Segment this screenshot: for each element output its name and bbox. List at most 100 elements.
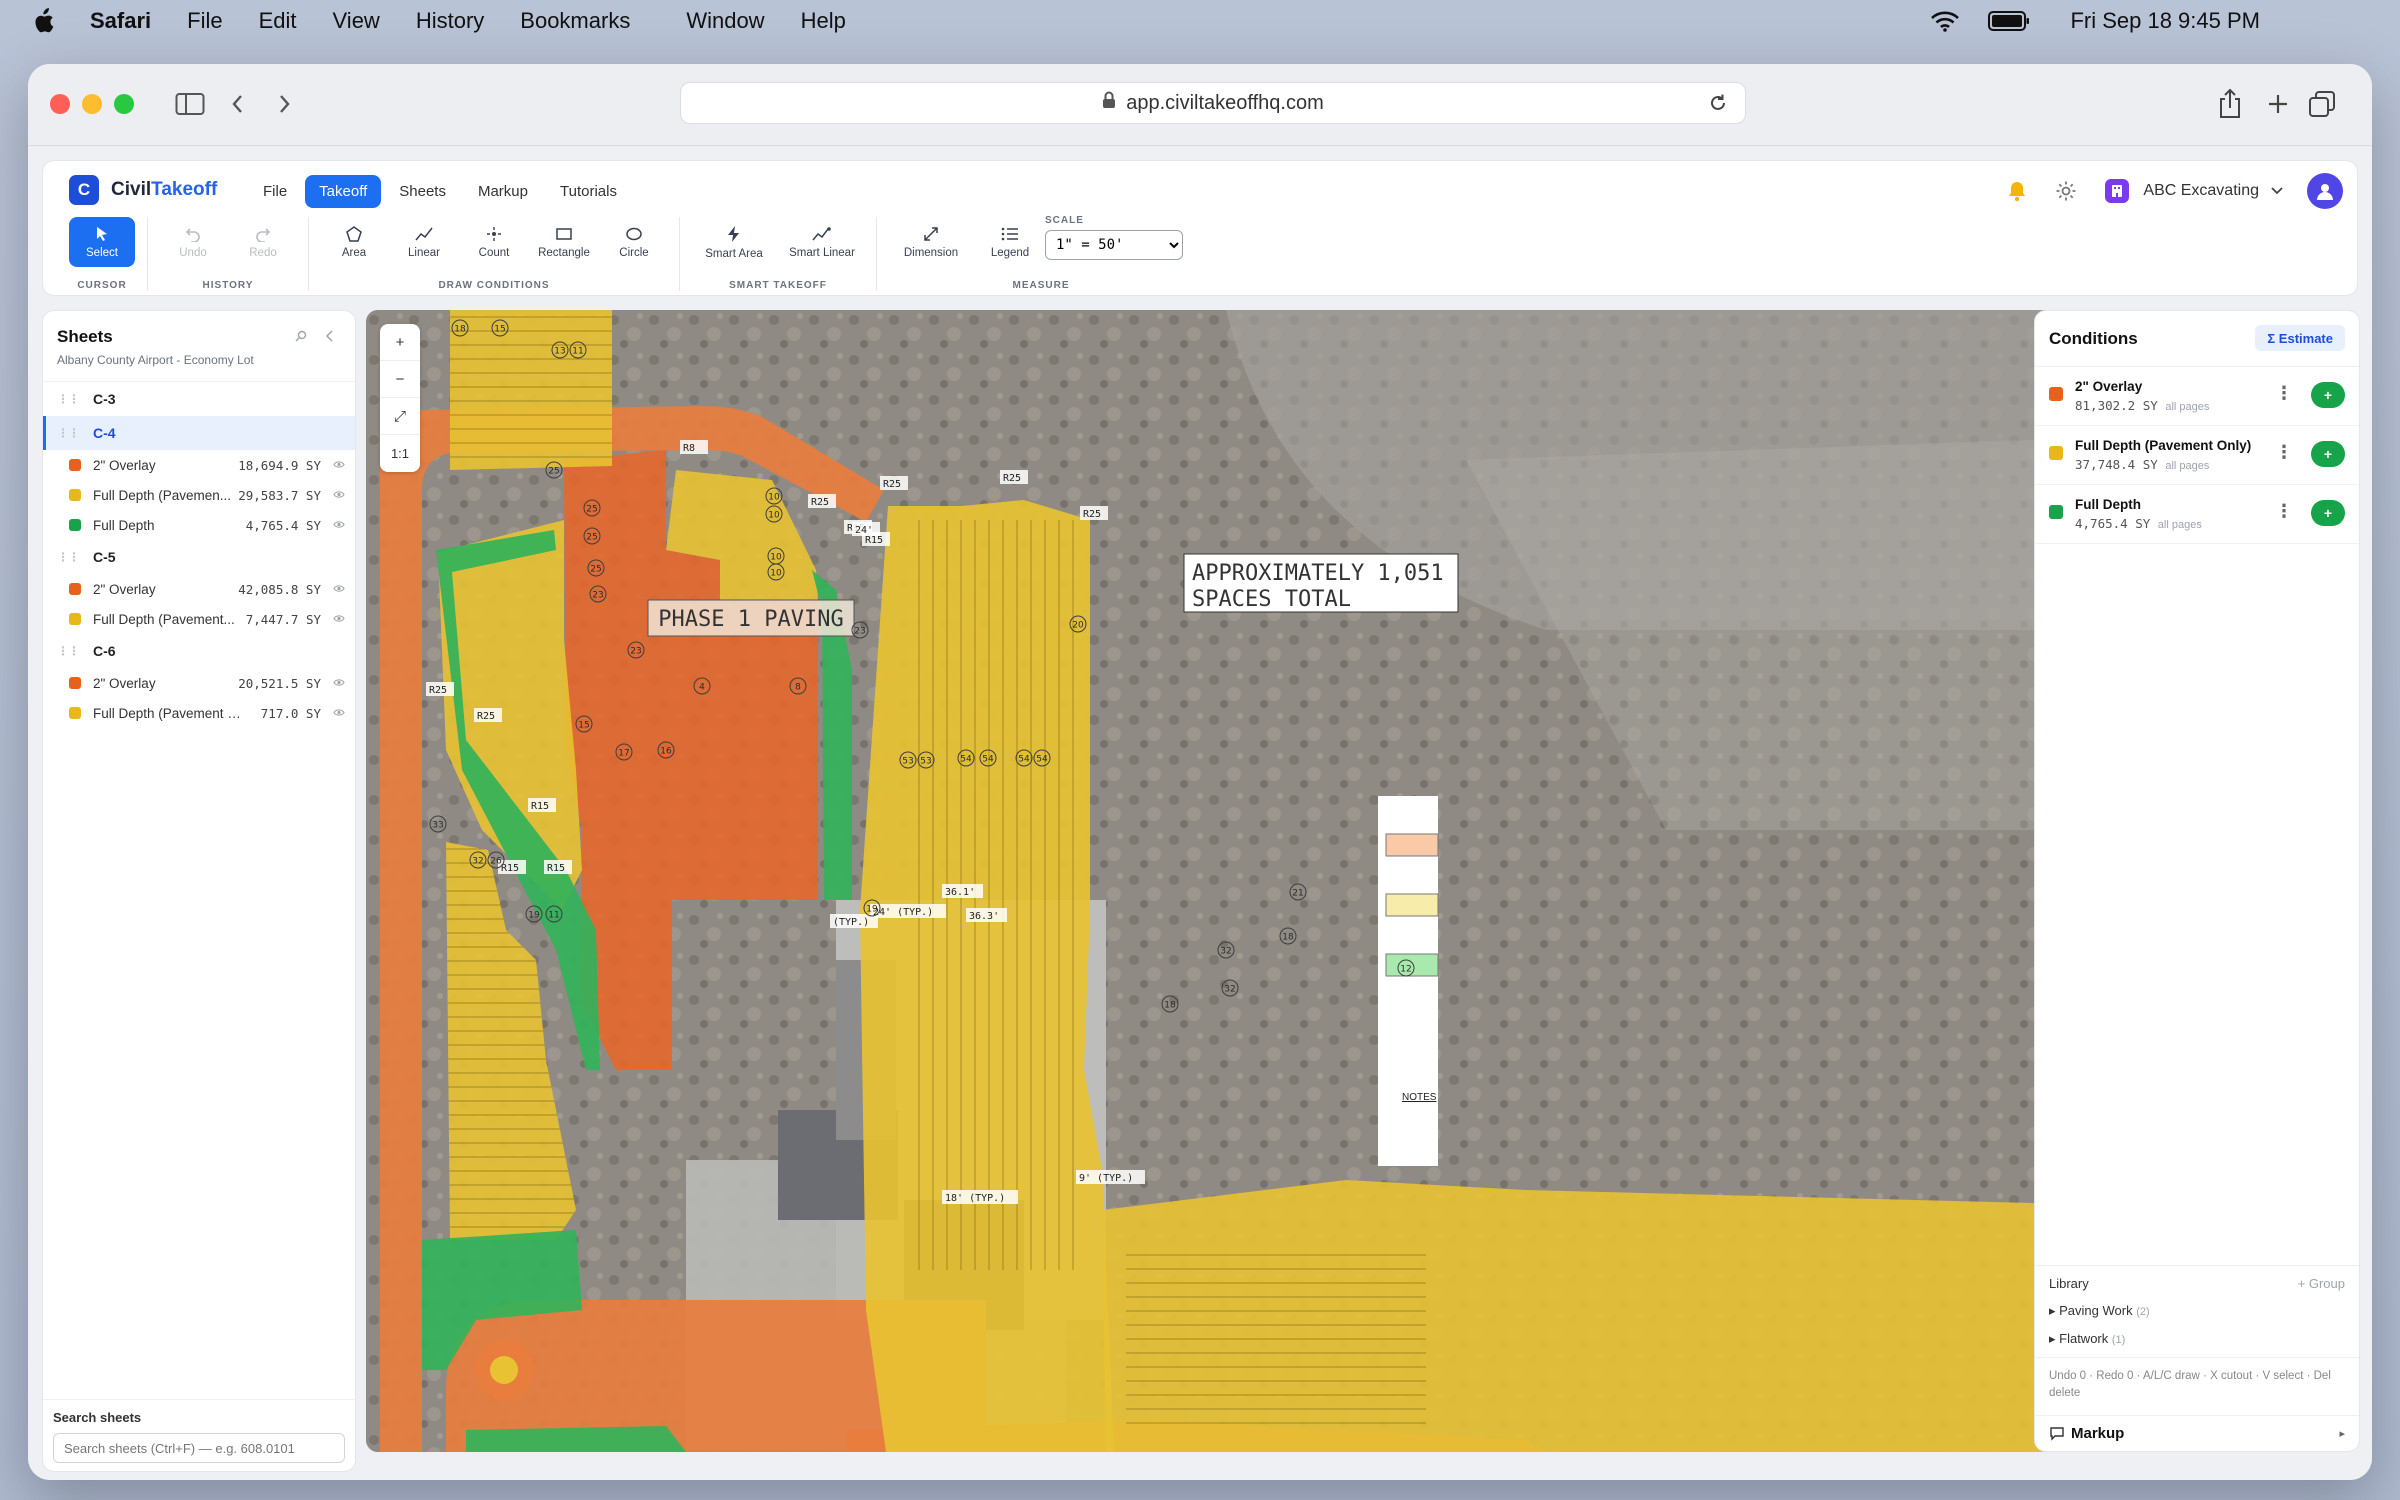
sheet-row[interactable]: ⋮⋮ C-6 — [43, 634, 355, 668]
menu-window[interactable]: Window — [686, 8, 764, 34]
wifi-icon[interactable] — [1930, 10, 1960, 32]
linear-tool[interactable]: Linear — [391, 217, 457, 267]
estimate-button[interactable]: Σ Estimate — [2255, 325, 2345, 351]
kebab-menu-icon[interactable]: ⋮ — [2275, 501, 2293, 522]
battery-icon[interactable] — [1988, 10, 2030, 32]
condition-row[interactable]: Full Depth 4,765.4 SY all pages ⋮ + — [2035, 485, 2359, 544]
kebab-menu-icon[interactable]: ⋮ — [2275, 442, 2293, 463]
circle-tool[interactable]: Circle — [601, 217, 667, 267]
actual-size-button[interactable]: 1:1 — [380, 435, 420, 472]
add-measurement-button[interactable]: + — [2311, 441, 2345, 467]
reload-icon[interactable] — [1707, 92, 1729, 120]
fit-to-screen-icon[interactable]: ⤢ — [380, 398, 420, 435]
search-sheets-input[interactable] — [53, 1433, 345, 1463]
dimension-tool[interactable]: Dimension — [889, 217, 973, 267]
menu-help[interactable]: Help — [801, 8, 846, 34]
add-group-button[interactable]: + Group — [2298, 1276, 2345, 1291]
nav-sheets[interactable]: Sheets — [385, 175, 460, 208]
close-window-button[interactable] — [50, 94, 70, 114]
menu-clock[interactable]: Fri Sep 18 9:45 PM — [2070, 8, 2260, 34]
address-bar[interactable]: app.civiltakeoffhq.com — [680, 82, 1746, 124]
menu-history[interactable]: History — [416, 8, 484, 34]
sheet-condition-row[interactable]: Full Depth (Pavement... 7,447.7 SY — [43, 604, 355, 634]
area-tool[interactable]: Area — [321, 217, 387, 267]
markup-section-toggle[interactable]: Markup ▸ — [2035, 1415, 2359, 1451]
condition-row[interactable]: 2" Overlay 81,302.2 SY all pages ⋮ + — [2035, 367, 2359, 426]
account-area: ABC Excavating — [2007, 173, 2343, 209]
kebab-menu-icon[interactable]: ⋮ — [2275, 383, 2293, 404]
user-avatar[interactable] — [2307, 173, 2343, 209]
brand[interactable]: C Civil Takeoff — [69, 175, 217, 205]
zoom-window-button[interactable] — [114, 94, 134, 114]
undo-button[interactable]: Undo — [160, 217, 226, 267]
gear-icon[interactable] — [2055, 180, 2077, 202]
eye-icon[interactable] — [333, 488, 345, 502]
sheet-condition-row[interactable]: Full Depth (Pavement O... 717.0 SY — [43, 698, 355, 728]
chevron-down-icon[interactable] — [2271, 187, 2283, 195]
menu-view[interactable]: View — [333, 8, 380, 34]
forward-icon[interactable] — [266, 86, 302, 122]
bell-icon[interactable] — [2007, 180, 2027, 202]
drag-handle-icon[interactable]: ⋮⋮ — [57, 426, 80, 440]
back-icon[interactable] — [220, 86, 256, 122]
scale-select[interactable]: 1" = 50' — [1045, 230, 1183, 260]
add-measurement-button[interactable]: + — [2311, 500, 2345, 526]
stall-count-label: 25 — [590, 565, 601, 575]
eye-icon[interactable] — [333, 582, 345, 596]
count-tool[interactable]: Count — [461, 217, 527, 267]
nav-file[interactable]: File — [249, 175, 301, 208]
smart-area-tool[interactable]: Smart Area — [692, 217, 776, 267]
nav-takeoff[interactable]: Takeoff — [305, 175, 382, 208]
circle-icon — [626, 227, 642, 240]
menu-edit[interactable]: Edit — [259, 8, 297, 34]
sheet-condition-row[interactable]: Full Depth 4,765.4 SY — [43, 510, 355, 540]
menu-file[interactable]: File — [187, 8, 222, 34]
sheet-condition-row[interactable]: 2" Overlay 42,085.8 SY — [43, 574, 355, 604]
dimension-label: 18' (TYP.) — [945, 1193, 1005, 1204]
sheet-condition-row[interactable]: 2" Overlay 18,694.9 SY — [43, 450, 355, 480]
sheet-condition-row[interactable]: 2" Overlay 20,521.5 SY — [43, 668, 355, 698]
sheet-row[interactable]: ⋮⋮ C-5 — [43, 540, 355, 574]
zoom-out-button[interactable]: − — [380, 361, 420, 398]
eye-icon[interactable] — [333, 458, 345, 472]
stall-count-label: 25 — [548, 467, 559, 477]
condition-swatch — [2049, 387, 2063, 401]
account-name[interactable]: ABC Excavating — [2143, 182, 2259, 200]
condition-scope: all pages — [2165, 460, 2210, 472]
sheet-row[interactable]: ⋮⋮ C-3 — [43, 382, 355, 416]
eye-icon[interactable] — [333, 676, 345, 690]
sheet-row[interactable]: ⋮⋮ C-4 — [43, 416, 355, 450]
menu-bookmarks[interactable]: Bookmarks — [520, 8, 630, 34]
search-icon[interactable] — [295, 329, 307, 345]
rectangle-tool[interactable]: Rectangle — [531, 217, 597, 267]
share-icon[interactable] — [2212, 86, 2248, 122]
menu-app-name[interactable]: Safari — [90, 8, 151, 34]
minimize-window-button[interactable] — [82, 94, 102, 114]
eye-icon[interactable] — [333, 518, 345, 532]
plan-canvas[interactable]: NOTES PHASE 1 PAVING APPROXIMATELY 1,051… — [366, 310, 2308, 1452]
drag-handle-icon[interactable]: ⋮⋮ — [57, 644, 80, 658]
eye-icon[interactable] — [333, 706, 345, 720]
full-depth-green-south — [466, 1426, 686, 1452]
nav-markup[interactable]: Markup — [464, 175, 542, 208]
tab-overview-icon[interactable] — [2304, 86, 2340, 122]
smart-linear-tool[interactable]: Smart Linear — [780, 217, 864, 267]
nav-tutorials[interactable]: Tutorials — [546, 175, 631, 208]
eye-icon[interactable] — [333, 612, 345, 626]
library-item-paving-work[interactable]: ▸ Paving Work (2) — [2049, 1303, 2345, 1319]
collapse-panel-icon[interactable] — [325, 329, 335, 345]
legend-tool[interactable]: Legend — [977, 217, 1043, 267]
new-tab-icon[interactable] — [2260, 86, 2296, 122]
apple-icon[interactable] — [32, 8, 54, 34]
drag-handle-icon[interactable]: ⋮⋮ — [57, 550, 80, 564]
add-measurement-button[interactable]: + — [2311, 382, 2345, 408]
library-item-flatwork[interactable]: ▸ Flatwork (1) — [2049, 1331, 2345, 1347]
redo-button[interactable]: Redo — [230, 217, 296, 267]
sidebar-toggle-icon[interactable] — [172, 86, 208, 122]
drag-handle-icon[interactable]: ⋮⋮ — [57, 392, 80, 406]
zoom-in-button[interactable]: + — [380, 324, 420, 361]
aerial-plan[interactable]: NOTES PHASE 1 PAVING APPROXIMATELY 1,051… — [366, 310, 2308, 1452]
condition-row[interactable]: Full Depth (Pavement Only) 37,748.4 SY al… — [2035, 426, 2359, 485]
sheet-condition-row[interactable]: Full Depth (Pavemen... 29,583.7 SY — [43, 480, 355, 510]
select-tool[interactable]: Select — [69, 217, 135, 267]
